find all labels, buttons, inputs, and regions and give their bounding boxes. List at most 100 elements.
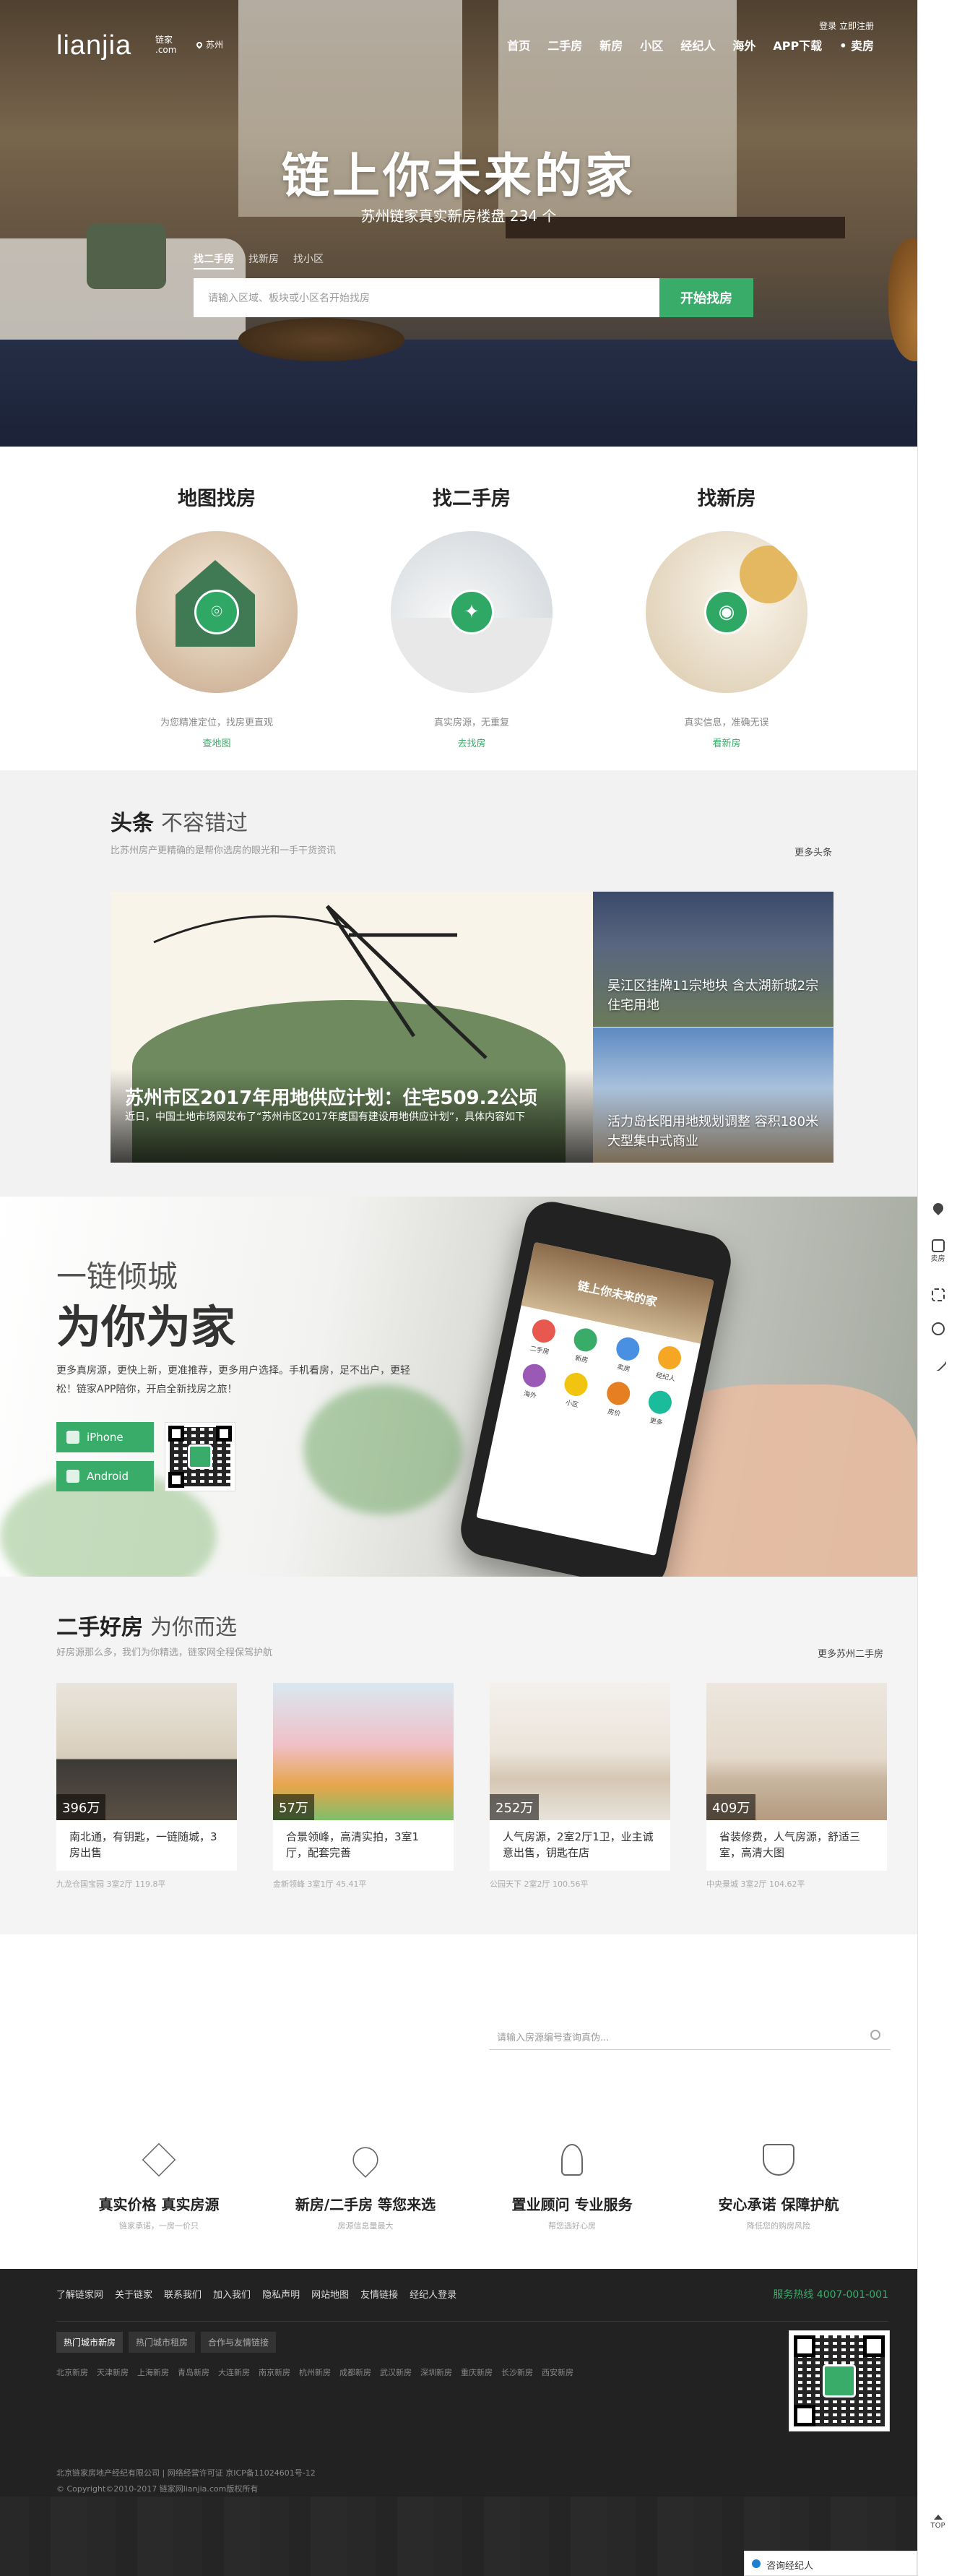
city-link[interactable]: 上海新房 (137, 2366, 169, 2378)
news-side-title: 吴江区挂牌11宗地块 含太湖新城2宗住宅用地 (607, 978, 819, 1013)
footer-link[interactable]: 网站地图 (311, 2287, 349, 2301)
footer-link[interactable]: 联系我们 (164, 2287, 202, 2301)
location-pin-icon: ⌾ (194, 590, 239, 634)
heart-icon (930, 1201, 945, 1215)
city-link[interactable]: 成都新房 (339, 2366, 371, 2378)
tab-hot-city-rent[interactable]: 热门城市租房 (129, 2332, 196, 2353)
city-selector[interactable]: 苏州 (195, 38, 223, 51)
blur-shape (303, 1384, 462, 1515)
promise-item: 新房/二手房 等您来选 房源信息量最大 (264, 2142, 467, 2231)
favorite-button[interactable] (918, 1201, 957, 1215)
location-pin-icon (347, 2142, 384, 2178)
promise-title: 真实价格 真实房源 (98, 2196, 220, 2213)
nav-item-app[interactable]: APP下载 (773, 36, 822, 53)
tab-ershoufang[interactable]: 找二手房 (194, 251, 234, 270)
feature-link[interactable]: 查地图 (116, 736, 318, 749)
city-link[interactable]: 深圳新房 (420, 2366, 452, 2378)
tab-partner-links[interactable]: 合作与友情链接 (201, 2332, 277, 2353)
features-section: 地图找房 ⌾ 为您精准定位，找房更直观 查地图 找二手房 ✦ 真实房源，无重复 … (0, 447, 917, 770)
location-pin-icon (195, 40, 204, 49)
home-card[interactable]: 409万 省装修费，人气房源，舒适三室，高清大图 中央景城 3室2厅 104.6… (706, 1683, 887, 1890)
news-section: 头条 不容错过 比苏州房产更精确的是帮你选房的眼光和一手干货资讯 更多头条 苏州市… (0, 770, 917, 1197)
search-tabs: 找二手房 找新房 找小区 (194, 251, 324, 270)
promise-title: 新房/二手房 等您来选 (295, 2196, 436, 2213)
footer-link[interactable]: 关于链家 (115, 2287, 152, 2301)
nav-item-sell[interactable]: • 卖房 (839, 36, 874, 53)
footer-link[interactable]: 经纪人登录 (410, 2287, 456, 2301)
feature-title: 地图找房 (178, 488, 256, 510)
login-register-link[interactable]: 登录 立即注册 (819, 20, 874, 32)
feature-link[interactable]: 看新房 (625, 736, 828, 749)
verify-search-input[interactable]: 请输入房源编号查询真伪... (490, 2021, 891, 2050)
nav-item-ershoufang[interactable]: 二手房 (547, 36, 582, 53)
more-news-link[interactable]: 更多头条 (794, 845, 832, 858)
apple-icon (66, 1431, 79, 1444)
search-icon[interactable] (870, 2030, 880, 2040)
headset-icon (931, 1322, 945, 1335)
home-card[interactable]: 252万 人气房源，2室2厅1卫，业主诚意出售，钥匙在店 公园天下 2室2厅 1… (490, 1683, 670, 1890)
home-title: 人气房源，2室2厅1卫，业主诚意出售，钥匙在店 (490, 1820, 670, 1871)
footer-link[interactable]: 友情链接 (360, 2287, 398, 2301)
consult-agent-label: 咨询经纪人 (766, 2561, 814, 2572)
city-link[interactable]: 重庆新房 (461, 2366, 493, 2378)
scan-icon (931, 1288, 945, 1301)
site-logo[interactable]: lianjia (56, 30, 131, 61)
hero-search-input[interactable]: 请输入区域、板块或小区名开始找房 (194, 278, 659, 317)
footer-link[interactable]: 了解链家网 (56, 2287, 103, 2301)
nav-item-overseas[interactable]: 海外 (732, 36, 755, 53)
start-search-button[interactable]: 开始找房 (659, 278, 753, 317)
news-side-card[interactable]: 活力岛长阳用地规划调整 容积180米大型集中式商业 (593, 1028, 833, 1163)
city-link[interactable]: 北京新房 (56, 2366, 88, 2378)
edit-button[interactable] (918, 1353, 957, 1372)
city-link[interactable]: 长沙新房 (501, 2366, 533, 2378)
site-footer: 了解链家网 关于链家 联系我们 加入我们 隐私声明 网站地图 友情链接 经纪人登… (0, 2269, 917, 2576)
footer-link[interactable]: 隐私声明 (262, 2287, 300, 2301)
home-price: 57万 (273, 1794, 314, 1820)
consult-agent-button[interactable]: 咨询经纪人 (744, 2551, 917, 2576)
tab-xiaoqu[interactable]: 找小区 (293, 251, 324, 270)
city-link[interactable]: 西安新房 (542, 2366, 573, 2378)
news-main-title: 苏州市区2017年用地供应计划：住宅509.2公顷 (125, 1087, 537, 1109)
back-to-top-button[interactable]: TOP (918, 2515, 957, 2530)
news-side-card[interactable]: 吴江区挂牌11宗地块 含太湖新城2宗住宅用地 (593, 892, 833, 1027)
feature-desc: 真实信息，准确无误 (684, 718, 769, 728)
footer-link[interactable]: 加入我们 (213, 2287, 251, 2301)
back-to-top-label: TOP (930, 2522, 945, 2530)
feature-image: ✦ (391, 531, 553, 693)
iphone-download-button[interactable]: iPhone (56, 1422, 154, 1452)
city-link[interactable]: 青岛新房 (178, 2366, 209, 2378)
tab-xinfang[interactable]: 找新房 (248, 251, 279, 270)
eye-icon: ◉ (704, 590, 749, 634)
promise-sub: 房源信息量最大 (337, 2221, 394, 2231)
nav-item-agent[interactable]: 经纪人 (680, 36, 715, 53)
homes-desc: 好房源那么多，我们为你精选，链家网全程保驾护航 (56, 1647, 273, 1658)
home-photo: 396万 (56, 1683, 237, 1820)
feature-map[interactable]: 地图找房 ⌾ 为您精准定位，找房更直观 查地图 (116, 483, 318, 749)
compare-button[interactable] (918, 1288, 957, 1301)
feature-xinfang[interactable]: 找新房 ◉ 真实信息，准确无误 看新房 (625, 483, 828, 749)
home-card[interactable]: 57万 合景领峰，高清实拍，3室1厅，配套完善 金新领峰 3室1厅 45.41平 (273, 1683, 454, 1890)
home-card[interactable]: 396万 南北通，有钥匙，一链随城，3房出售 九龙仓国宝园 3室2厅 119.8… (56, 1683, 237, 1890)
android-download-button[interactable]: Android (56, 1461, 154, 1491)
city-link[interactable]: 南京新房 (259, 2366, 290, 2378)
news-title-thin: 不容错过 (161, 811, 248, 836)
nav-item-xinfang[interactable]: 新房 (599, 36, 623, 53)
city-link[interactable]: 杭州新房 (299, 2366, 331, 2378)
nav-item-xiaoqu[interactable]: 小区 (640, 36, 663, 53)
city-link[interactable]: 大连新房 (218, 2366, 250, 2378)
sell-home-button[interactable]: 卖房 (918, 1239, 957, 1263)
more-homes-link[interactable]: 更多苏州二手房 (818, 1646, 883, 1660)
phone-menu-item: 海外 (508, 1360, 558, 1403)
news-main-card[interactable]: 苏州市区2017年用地供应计划：住宅509.2公顷 近日，中国土地市场网发布了“… (111, 892, 593, 1163)
service-hotline: 服务热线 4007-001-001 (773, 2289, 888, 2301)
city-link[interactable]: 天津新房 (97, 2366, 129, 2378)
home-title: 合景领峰，高清实拍，3室1厅，配套完善 (273, 1820, 454, 1871)
nav-item-home[interactable]: 首页 (507, 36, 530, 53)
feature-ershoufang[interactable]: 找二手房 ✦ 真实房源，无重复 去找房 (371, 483, 573, 749)
feedback-button[interactable] (918, 1322, 957, 1335)
phone-menu-item: 二手房 (518, 1315, 567, 1358)
home-photo: 57万 (273, 1683, 454, 1820)
tab-hot-city-newhome[interactable]: 热门城市新房 (56, 2332, 124, 2353)
feature-link[interactable]: 去找房 (371, 736, 573, 749)
city-link[interactable]: 武汉新房 (380, 2366, 412, 2378)
